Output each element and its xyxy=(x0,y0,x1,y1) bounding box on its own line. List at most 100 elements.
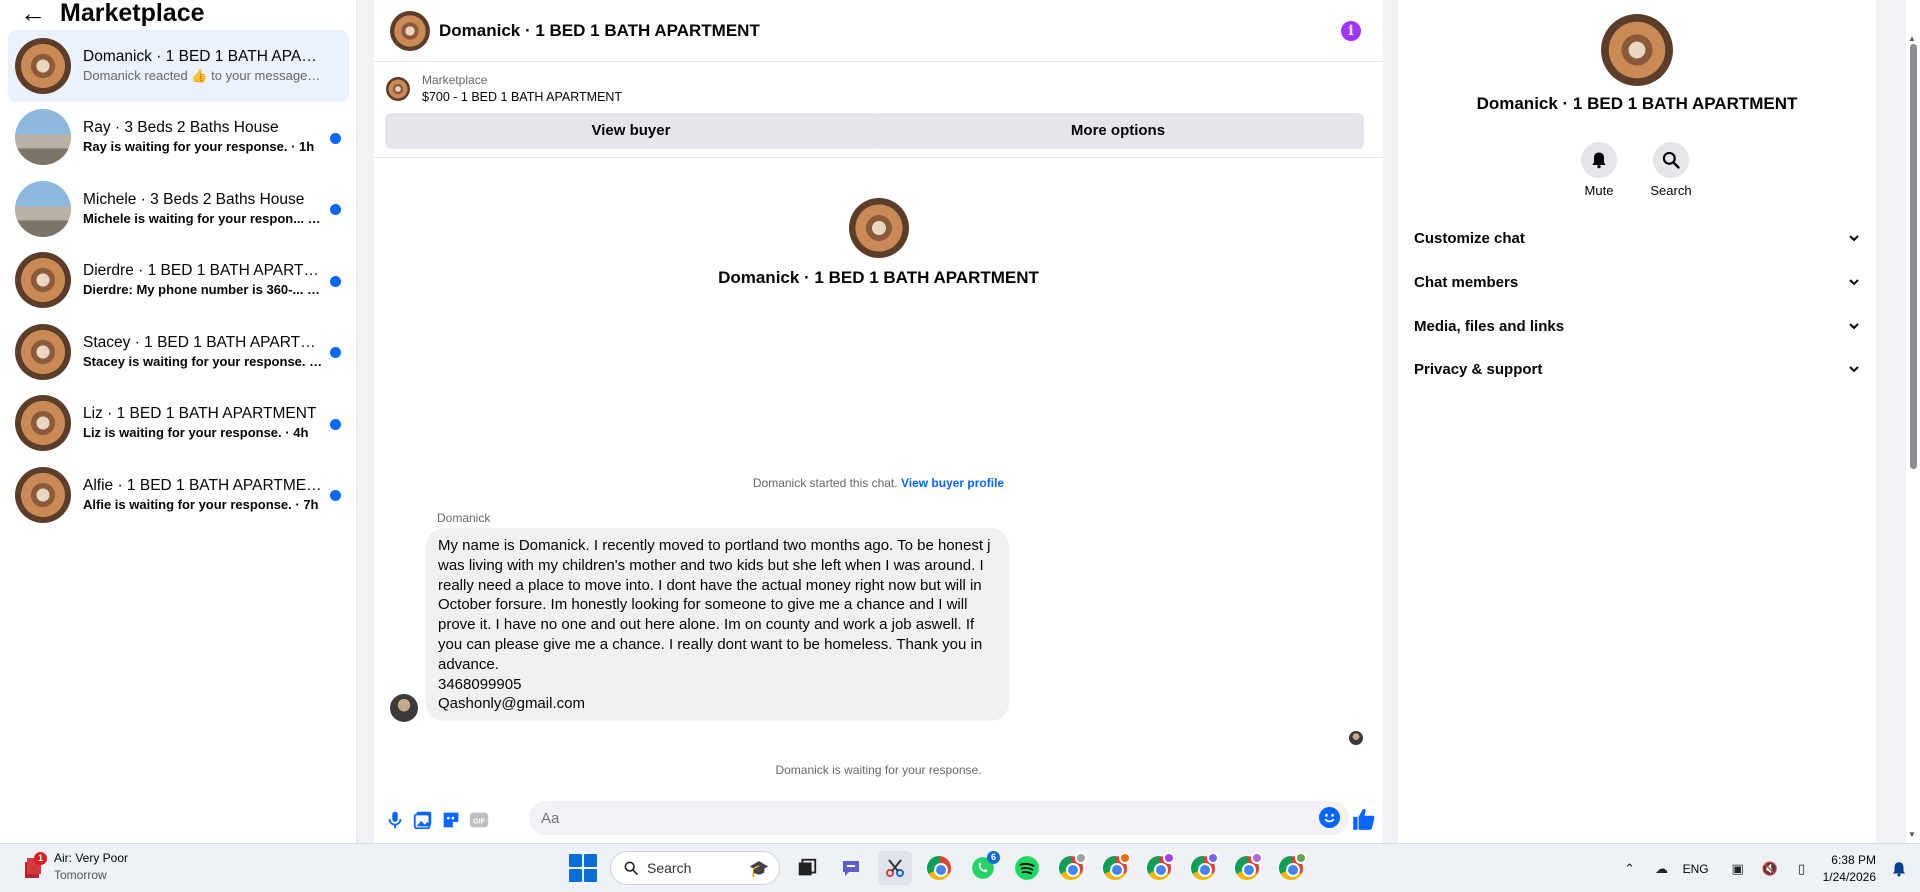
listing-summary[interactable]: Marketplace $700 - 1 BED 1 BATH APARTMEN… xyxy=(386,72,622,106)
chat-bubble-icon xyxy=(843,861,859,876)
thumbs-up-icon[interactable] xyxy=(1351,806,1377,832)
conversation-name: Domanick · 1 BED 1 BATH APARTMENT xyxy=(83,47,323,65)
section-label: Media, files and links xyxy=(1414,317,1565,335)
marketplace-listing-strip: Marketplace $700 - 1 BED 1 BATH APARTMEN… xyxy=(374,62,1383,158)
search-action[interactable]: Search xyxy=(1641,142,1701,198)
chrome-app[interactable] xyxy=(922,851,956,885)
unread-dot xyxy=(330,132,341,144)
conversation-text: Stacey · 1 BED 1 BATH APARTMENT Stacey is… xyxy=(83,333,323,371)
whatsapp-app[interactable]: 6 xyxy=(966,851,1000,885)
conversation-item[interactable]: Stacey · 1 BED 1 BATH APARTMENT Stacey is… xyxy=(8,316,349,388)
conversation-item[interactable]: Liz · 1 BED 1 BATH APARTMENT Liz is waiti… xyxy=(8,388,349,460)
conversation-text: Domanick · 1 BED 1 BATH APARTMENT Domanic… xyxy=(83,47,323,85)
info-icon[interactable]: i xyxy=(1341,21,1361,41)
message-input[interactable] xyxy=(529,801,1289,835)
conversation-item[interactable]: Alfie · 1 BED 1 BATH APARTMENT Alfie is w… xyxy=(8,459,349,531)
scroll-down-arrow-icon[interactable]: ▼ xyxy=(1908,830,1916,839)
section-chat-members[interactable]: Chat members xyxy=(1414,262,1860,302)
conversation-text: Liz · 1 BED 1 BATH APARTMENT Liz is waiti… xyxy=(83,404,323,442)
mute-action[interactable]: Mute xyxy=(1569,142,1629,198)
unread-dot xyxy=(330,275,341,287)
sender-avatar[interactable] xyxy=(390,694,418,722)
chrome-profile-2[interactable] xyxy=(1098,851,1132,885)
teams-app[interactable] xyxy=(834,851,868,885)
task-view-icon xyxy=(798,858,817,876)
conversation-time: · 2h xyxy=(307,210,323,226)
chrome-profile-6[interactable] xyxy=(1274,851,1308,885)
chrome-profile-5[interactable] xyxy=(1230,851,1264,885)
weather-widget[interactable]: 1 Air: Very Poor Tomorrow xyxy=(22,850,128,884)
taskbar-search-label: Search xyxy=(647,860,692,876)
more-options-button[interactable]: More options xyxy=(872,113,1364,149)
scissors-icon xyxy=(886,859,904,877)
conversation-time: · 3h xyxy=(306,282,323,298)
conversation-item[interactable]: Ray · 3 Beds 2 Baths House Ray is waiting… xyxy=(8,102,349,174)
conversation-item[interactable]: Domanick · 1 BED 1 BATH APARTMENT Domanic… xyxy=(8,30,349,102)
conversation-avatar xyxy=(15,109,71,166)
chevron-down-icon xyxy=(1849,279,1859,286)
view-buyer-button[interactable]: View buyer xyxy=(385,113,877,149)
gif-icon[interactable]: GIF xyxy=(468,809,490,831)
details-avatar[interactable] xyxy=(1601,14,1673,86)
chevron-up-icon[interactable]: ⌃ xyxy=(1619,858,1641,880)
conversation-preview: Dierdre: My phone number is 360-... xyxy=(83,282,304,298)
taskbar: 1 Air: Very Poor Tomorrow Search 🎓 6 ⌃ ☁… xyxy=(0,843,1920,892)
conversation-name: Dierdre · 1 BED 1 BATH APARTMENT xyxy=(83,262,323,280)
clock[interactable]: 6:38 PM 1/24/2026 xyxy=(1823,852,1876,886)
mute-button[interactable] xyxy=(1581,142,1617,178)
section-media-files-links[interactable]: Media, files and links xyxy=(1414,306,1860,346)
volume-muted-icon[interactable]: 🔇 xyxy=(1759,858,1781,880)
taskbar-search[interactable]: Search 🎓 xyxy=(610,851,780,885)
conversation-avatar xyxy=(15,180,71,237)
intro-title: Domanick · 1 BED 1 BATH APARTMENT xyxy=(718,268,1039,287)
emoji-icon[interactable] xyxy=(1319,807,1340,828)
message-bubble[interactable]: My name is Domanick. I recently moved to… xyxy=(426,528,1009,722)
chrome-profile-4[interactable] xyxy=(1186,851,1220,885)
search-button[interactable] xyxy=(1653,142,1689,178)
start-button[interactable] xyxy=(566,851,600,885)
conversation-name: Ray · 3 Beds 2 Baths House xyxy=(83,119,279,137)
conversation-avatar xyxy=(15,466,71,523)
microphone-icon[interactable] xyxy=(384,809,406,831)
sticker-icon[interactable] xyxy=(440,809,462,831)
scroll-up-arrow-icon[interactable]: ▲ xyxy=(1908,34,1916,43)
conversation-item[interactable]: Dierdre · 1 BED 1 BATH APARTMENT Dierdre:… xyxy=(8,245,349,317)
sidebar-title: Marketplace xyxy=(60,0,205,27)
language-indicator[interactable]: ENG xyxy=(1683,862,1709,876)
chevron-down-icon xyxy=(1849,323,1859,330)
unread-dot xyxy=(330,204,341,215)
waiting-notice: Domanick is waiting for your response. xyxy=(775,763,982,777)
conversation-list: Domanick · 1 BED 1 BATH APARTMENT Domanic… xyxy=(8,30,349,531)
photo-icon[interactable] xyxy=(412,809,434,831)
clock-time: 6:38 PM xyxy=(1831,852,1876,867)
gif-label: GIF xyxy=(473,817,486,826)
task-view-button[interactable] xyxy=(790,851,824,885)
cloud-off-icon[interactable]: ☁ xyxy=(1651,858,1673,880)
snipping-tool-app[interactable] xyxy=(878,851,912,885)
network-icon[interactable]: ▣ xyxy=(1727,858,1749,880)
chat-header-avatar[interactable] xyxy=(390,10,430,51)
chevron-down-icon xyxy=(1849,235,1859,242)
conversation-text: Alfie · 1 BED 1 BATH APARTMENT Alfie is w… xyxy=(83,476,323,514)
weather-badge: 1 xyxy=(34,852,47,865)
spotify-app[interactable] xyxy=(1010,851,1044,885)
conversation-preview-line: Alfie is waiting for your response. · 7h xyxy=(83,496,323,514)
windows-logo-icon xyxy=(569,854,597,882)
chat-header-title[interactable]: Domanick · 1 BED 1 BATH APARTMENT xyxy=(439,21,760,41)
battery-icon[interactable]: ▯ xyxy=(1791,858,1813,880)
scrollbar-thumb[interactable] xyxy=(1910,44,1917,469)
conversation-preview-line: Domanick reacted 👍 to your message · 1h xyxy=(83,67,323,85)
view-buyer-profile-link[interactable]: View buyer profile xyxy=(901,476,1004,490)
section-privacy-support[interactable]: Privacy & support xyxy=(1414,349,1860,389)
taskbar-apps: Search 🎓 6 xyxy=(566,850,1308,886)
conversation-time: · 7h xyxy=(295,496,319,512)
page-scrollbar[interactable]: ▲ ▼ xyxy=(1906,0,1920,843)
section-customize-chat[interactable]: Customize chat xyxy=(1414,218,1860,258)
conversation-item[interactable]: Michele · 3 Beds 2 Baths House Michele is… xyxy=(8,173,349,245)
chrome-profile-1[interactable] xyxy=(1054,851,1088,885)
listing-thumbnail xyxy=(386,77,410,101)
back-arrow-icon[interactable]: ← xyxy=(20,0,46,26)
conversation-time: · 1h xyxy=(291,139,315,155)
notification-bell-icon[interactable] xyxy=(1890,860,1908,878)
chrome-profile-3[interactable] xyxy=(1142,851,1176,885)
